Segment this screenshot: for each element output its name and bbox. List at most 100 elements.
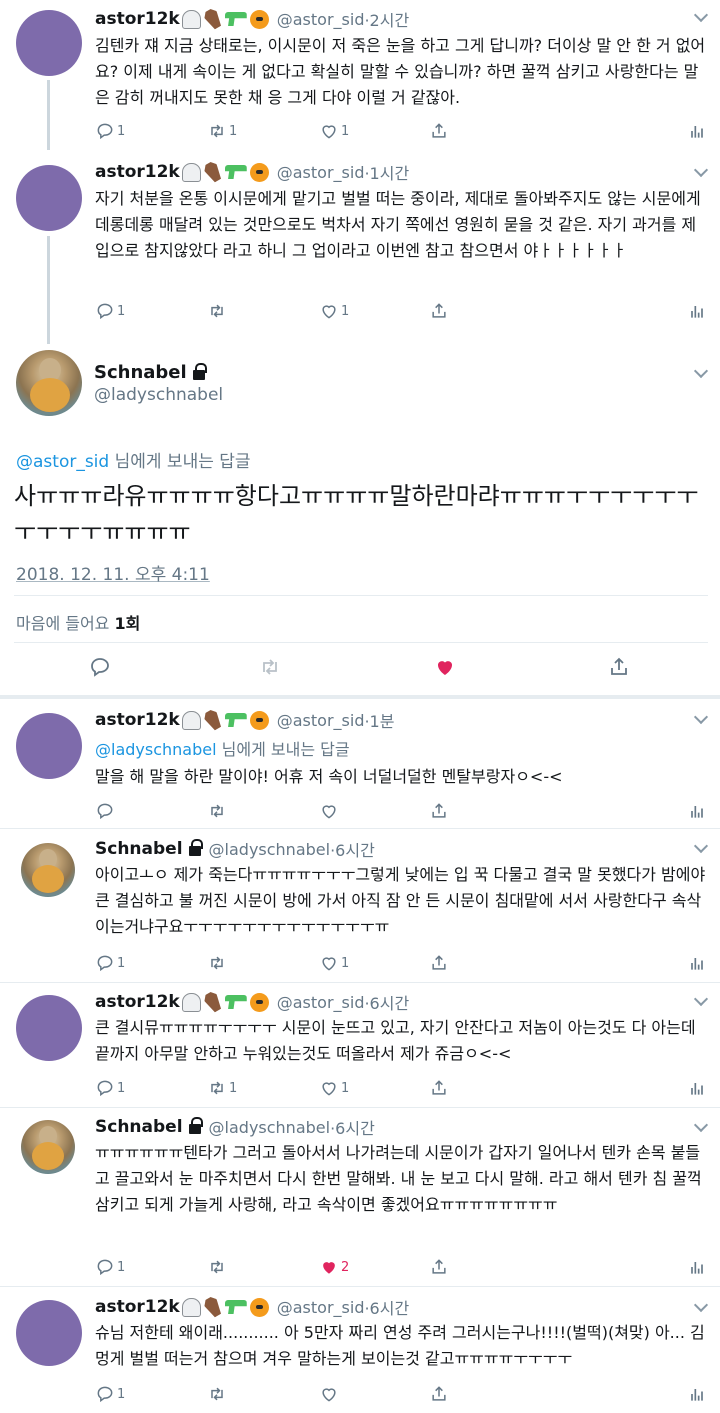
retweet-button[interactable]: 1 — [207, 120, 237, 142]
chevron-down-icon[interactable] — [693, 7, 709, 23]
share-button[interactable] — [607, 656, 631, 678]
handle[interactable]: @ladyschnabel — [209, 840, 331, 859]
like-button[interactable]: 2 — [319, 1256, 349, 1278]
tweet-text: 말을 해 말을 하란 말이야! 어휴 저 속이 너덜너덜한 멘탈부랑자ㅇ<-< — [95, 767, 563, 786]
timestamp[interactable]: ·6시간 — [364, 1295, 409, 1319]
like-button[interactable]: 1 — [319, 300, 349, 322]
avatar[interactable] — [16, 995, 82, 1061]
chevron-down-icon[interactable] — [693, 363, 709, 379]
reply-button[interactable] — [88, 656, 112, 678]
avatar[interactable] — [16, 1300, 82, 1366]
timestamp[interactable]: ·6시간 — [364, 990, 409, 1014]
coffin-icon — [202, 1295, 224, 1319]
timestamp[interactable]: ·6시간 — [330, 1115, 375, 1139]
analytics-button[interactable] — [687, 800, 707, 822]
reply-to-handle[interactable]: @astor_sid — [16, 452, 109, 472]
handle[interactable]: @astor_sid — [277, 993, 365, 1012]
reply-count: 1 — [117, 123, 126, 139]
handle[interactable]: @astor_sid — [277, 163, 365, 182]
reply-to-suffix: 님에게 보내는 답글 — [109, 452, 251, 472]
water-pistol-icon — [224, 995, 247, 1009]
avatar[interactable] — [16, 713, 82, 779]
like-button[interactable] — [319, 1383, 339, 1405]
avatar[interactable] — [16, 165, 82, 231]
display-name[interactable]: astor12k — [95, 1297, 180, 1317]
avatar[interactable] — [21, 843, 75, 897]
share-button[interactable] — [429, 800, 449, 822]
reply-context: @astor_sid 님에게 보내는 답글 — [16, 447, 251, 472]
avatar[interactable] — [16, 350, 82, 416]
timestamp[interactable]: ·1시간 — [364, 160, 409, 184]
reply-count: 1 — [117, 955, 126, 971]
chevron-down-icon[interactable] — [693, 709, 709, 725]
handle[interactable]: @astor_sid — [277, 1298, 365, 1317]
avatar[interactable] — [16, 10, 82, 76]
retweet-button[interactable] — [207, 300, 229, 322]
reply-button[interactable]: 1 — [95, 952, 125, 974]
ghost-icon — [181, 9, 201, 29]
chevron-down-icon[interactable] — [693, 1117, 709, 1133]
timestamp[interactable]: ·1분 — [364, 708, 394, 732]
analytics-button[interactable] — [687, 300, 707, 322]
chevron-down-icon[interactable] — [693, 162, 709, 178]
retweet-button[interactable] — [207, 800, 227, 822]
like-button[interactable] — [433, 656, 457, 678]
display-name[interactable]: astor12k — [95, 992, 180, 1012]
retweet-button[interactable] — [207, 1256, 227, 1278]
reply-button[interactable]: 1 — [95, 1383, 125, 1405]
retweet-button[interactable] — [258, 656, 282, 678]
like-count: 1 — [341, 955, 350, 971]
handle[interactable]: @ladyschnabel — [209, 1118, 331, 1137]
reply-to-handle[interactable]: @ladyschnabel — [95, 740, 217, 759]
display-name[interactable]: Schnabel — [94, 362, 207, 383]
reply-button[interactable]: 1 — [95, 120, 125, 142]
display-name[interactable]: astor12k — [95, 9, 180, 29]
share-button[interactable] — [429, 300, 449, 322]
timestamp[interactable]: ·6시간 — [330, 837, 375, 861]
retweet-button[interactable]: 1 — [207, 1077, 237, 1099]
reply-button[interactable]: 1 — [95, 1077, 125, 1099]
coffin-icon — [202, 160, 224, 184]
analytics-button[interactable] — [687, 952, 707, 974]
display-name[interactable]: astor12k — [95, 162, 180, 182]
heart-icon — [319, 1384, 339, 1404]
reply-button[interactable] — [95, 800, 115, 822]
timestamp[interactable]: ·2시간 — [364, 7, 409, 31]
analytics-button[interactable] — [687, 1256, 707, 1278]
reply-icon — [95, 301, 115, 321]
analytics-button[interactable] — [687, 1077, 707, 1099]
retweet-button[interactable] — [207, 1383, 227, 1405]
display-name[interactable]: Schnabel — [95, 839, 183, 859]
handle[interactable]: @astor_sid — [277, 10, 365, 29]
reply-icon — [95, 1257, 115, 1277]
like-count: 1 — [341, 1080, 350, 1096]
share-button[interactable] — [429, 1077, 449, 1099]
water-pistol-icon — [224, 12, 247, 26]
timestamp[interactable]: 2018. 12. 11. 오후 4:11 — [16, 560, 210, 585]
reply-button[interactable]: 1 — [95, 300, 125, 322]
analytics-icon — [687, 1078, 707, 1098]
analytics-button[interactable] — [687, 120, 707, 142]
share-button[interactable] — [429, 952, 449, 974]
share-button[interactable] — [429, 1256, 449, 1278]
analytics-button[interactable] — [687, 1383, 707, 1405]
likes-count: 1회 — [114, 614, 141, 633]
handle[interactable]: @ladyschnabel — [94, 385, 223, 405]
likes-summary[interactable]: 마음에 들어요 1회 — [16, 610, 140, 634]
retweet-button[interactable] — [207, 952, 227, 974]
like-button[interactable]: 1 — [319, 952, 349, 974]
share-button[interactable] — [429, 120, 449, 142]
like-button[interactable] — [319, 800, 339, 822]
chevron-down-icon[interactable] — [693, 838, 709, 854]
chevron-down-icon[interactable] — [693, 991, 709, 1007]
handle[interactable]: @astor_sid — [277, 711, 365, 730]
display-name[interactable]: astor12k — [95, 710, 180, 730]
reply-button[interactable]: 1 — [95, 1256, 125, 1278]
avatar[interactable] — [21, 1120, 75, 1174]
display-name[interactable]: Schnabel — [95, 1117, 183, 1137]
thread-line — [47, 236, 50, 344]
like-button[interactable]: 1 — [319, 120, 349, 142]
like-button[interactable]: 1 — [319, 1077, 349, 1099]
share-button[interactable] — [429, 1383, 449, 1405]
chevron-down-icon[interactable] — [693, 1297, 709, 1313]
